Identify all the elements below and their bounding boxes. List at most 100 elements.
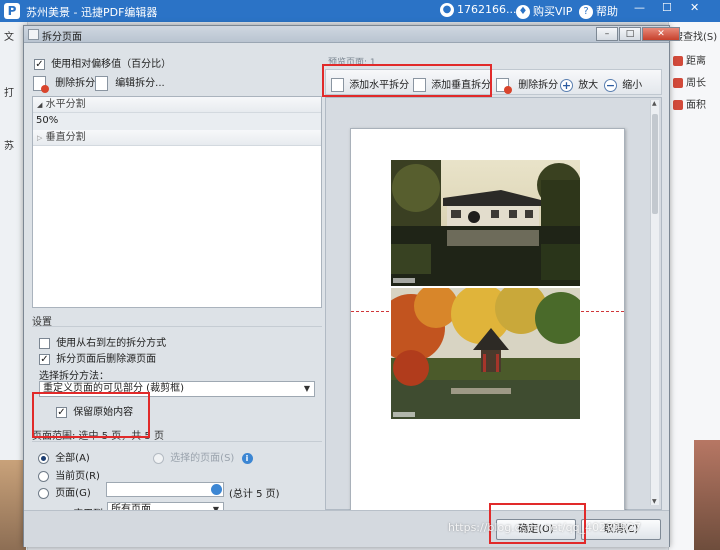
watermark-text: https://blog.csdn.net/qq_40289927 [448, 521, 642, 534]
edit-split-icon [95, 75, 108, 91]
distance-icon [673, 56, 683, 66]
info-icon[interactable] [211, 484, 222, 495]
info-icon[interactable]: i [241, 452, 253, 464]
garden-photo-bottom [391, 288, 580, 419]
bg-distance-label: 距离 [686, 56, 706, 67]
scroll-down-icon[interactable]: ▼ [652, 498, 657, 505]
edit-split-button[interactable]: 编辑拆分... [95, 74, 165, 91]
highlight-page-range [32, 392, 150, 438]
collapse-arrow-icon: ◢ [37, 101, 43, 109]
bg-left-label-3: 苏 [4, 141, 14, 152]
split-page-dialog: 拆分页面 – □ ✕ ✓ 使用相对偏移值（百分比） 删除拆分 编辑拆分... ◢… [23, 25, 680, 547]
minimize-icon[interactable]: — [634, 1, 645, 14]
garden-photo-top [391, 160, 580, 286]
delete-source-checkbox[interactable]: ✓ [39, 353, 50, 365]
scrollbar-thumb[interactable] [652, 114, 658, 214]
horizontal-split-group[interactable]: ◢ 水平分割 [33, 97, 321, 113]
range-current-option[interactable]: 当前页(R) [38, 467, 100, 482]
bg-perimeter-item: 周长 [673, 74, 706, 89]
dialog-minimize-button[interactable]: – [596, 27, 618, 41]
relative-offset-checkbox[interactable]: ✓ [34, 58, 45, 70]
range-all-label: 全部(A) [55, 453, 90, 464]
total-pages-label: (总计 5 页) [229, 489, 280, 500]
bg-left-label-2: 打 [4, 88, 14, 99]
user-account[interactable]: ● 1762166... [440, 3, 516, 17]
vip-label: 购买VIP [533, 5, 573, 18]
page-range-info [211, 484, 222, 496]
help-link[interactable]: ? 帮助 [579, 3, 618, 19]
help-label: 帮助 [596, 5, 618, 18]
bg-perimeter-label: 周长 [686, 78, 706, 89]
horizontal-split-value: 50% [36, 115, 59, 126]
dialog-maximize-button[interactable]: □ [619, 27, 641, 41]
vertical-split-group[interactable]: ▷ 垂直分割 [33, 130, 321, 146]
edit-split-label: 编辑拆分... [115, 78, 165, 89]
page-preview-area[interactable]: ▲ ▼ [325, 97, 662, 511]
range-all-radio[interactable] [38, 452, 49, 464]
dialog-icon [28, 29, 39, 40]
zoom-out-label: 缩小 [622, 80, 643, 91]
delete-split-label: 删除拆分 [518, 80, 559, 91]
app-window-controls: — ☐ ✕ [630, 1, 714, 19]
settings-section-header: 设置 [32, 313, 322, 328]
delete-split-button[interactable]: 删除拆分 [496, 76, 559, 94]
bg-area-label: 面积 [686, 100, 706, 111]
range-selected-radio[interactable] [153, 452, 164, 464]
delete-source-option[interactable]: ✓ 拆分页面后删除源页面 [39, 350, 156, 365]
zoom-out-icon: − [604, 78, 617, 92]
dialog-titlebar: 拆分页面 – □ ✕ [24, 26, 680, 43]
close-icon[interactable]: ✕ [690, 1, 699, 14]
right-to-left-checkbox[interactable] [39, 337, 50, 349]
choose-method-label: 选择拆分方法： [39, 371, 109, 382]
bg-distance-item: 距离 [673, 52, 706, 67]
split-list[interactable]: ◢ 水平分割 50% ▷ 垂直分割 [32, 96, 322, 308]
range-selected-option[interactable]: 选择的页面(S) i [153, 449, 253, 464]
app-titlebar: P 苏州美景 - 迅捷PDF编辑器 ● 1762166... ♦ 购买VIP ? 帮助… [0, 0, 720, 22]
split-settings-panel: ✓ 使用相对偏移值（百分比） 删除拆分 编辑拆分... ◢ 水平分割 50% ▷… [31, 55, 323, 520]
relative-offset-label: 使用相对偏移值（百分比） [51, 59, 172, 70]
right-to-left-option[interactable]: 使用从右到左的拆分方式 [39, 334, 166, 349]
area-icon [673, 100, 683, 110]
range-pages-radio[interactable] [38, 487, 49, 499]
bg-area-item: 面积 [673, 96, 706, 111]
range-current-radio[interactable] [38, 470, 49, 482]
page-preview [350, 128, 625, 511]
range-selected-label: 选择的页面(S) [170, 453, 235, 464]
delete-split-label-left: 删除拆分 [55, 78, 96, 89]
list-item[interactable]: 50% [33, 113, 321, 130]
delete-split-icon [33, 75, 49, 93]
vertical-split-group-label: 垂直分割 [45, 132, 86, 143]
maximize-icon[interactable]: ☐ [662, 1, 672, 14]
range-all-option[interactable]: 全部(A) [38, 449, 90, 464]
expand-arrow-icon: ▷ [37, 134, 43, 142]
dialog-close-button[interactable]: ✕ [642, 27, 680, 41]
relative-offset-option[interactable]: ✓ 使用相对偏移值（百分比） [34, 55, 171, 70]
range-pages-label: 页面(G) [55, 488, 91, 499]
page-range-input[interactable] [106, 482, 224, 497]
vip-icon: ♦ [516, 5, 530, 19]
scroll-up-icon[interactable]: ▲ [652, 100, 657, 107]
zoom-in-icon: + [560, 78, 573, 92]
perimeter-icon [673, 78, 683, 88]
help-icon: ? [579, 5, 593, 19]
preview-scrollbar[interactable]: ▲ ▼ [650, 100, 659, 505]
background-photo-right [694, 440, 720, 550]
zoom-in-label: 放大 [578, 80, 599, 91]
range-current-label: 当前页(R) [55, 471, 100, 482]
chevron-down-icon: ▼ [303, 384, 310, 393]
delete-split-button-left[interactable]: 删除拆分 [33, 74, 96, 93]
horizontal-split-group-label: 水平分割 [45, 99, 86, 110]
zoom-out-button[interactable]: − 缩小 [604, 76, 642, 92]
dialog-title: 拆分页面 [42, 32, 82, 43]
app-title: 苏州美景 - 迅捷PDF编辑器 [26, 6, 158, 19]
preview-panel: 预览页面: 1 添加水平拆分 添加垂直拆分 删除拆分 + 放大 − 缩小 ▲ ▼ [325, 55, 662, 525]
range-pages-option[interactable]: 页面(G) [38, 484, 91, 499]
zoom-in-button[interactable]: + 放大 [560, 76, 598, 92]
buy-vip-link[interactable]: ♦ 购买VIP [516, 3, 572, 19]
app-logo-icon: P [4, 3, 20, 19]
user-phone: 1762166... [457, 3, 517, 16]
user-icon: ● [440, 3, 454, 17]
highlight-toolbar-split-buttons [322, 64, 492, 97]
settings-header-label: 设置 [32, 317, 52, 328]
delete-source-label: 拆分页面后删除源页面 [56, 354, 157, 365]
